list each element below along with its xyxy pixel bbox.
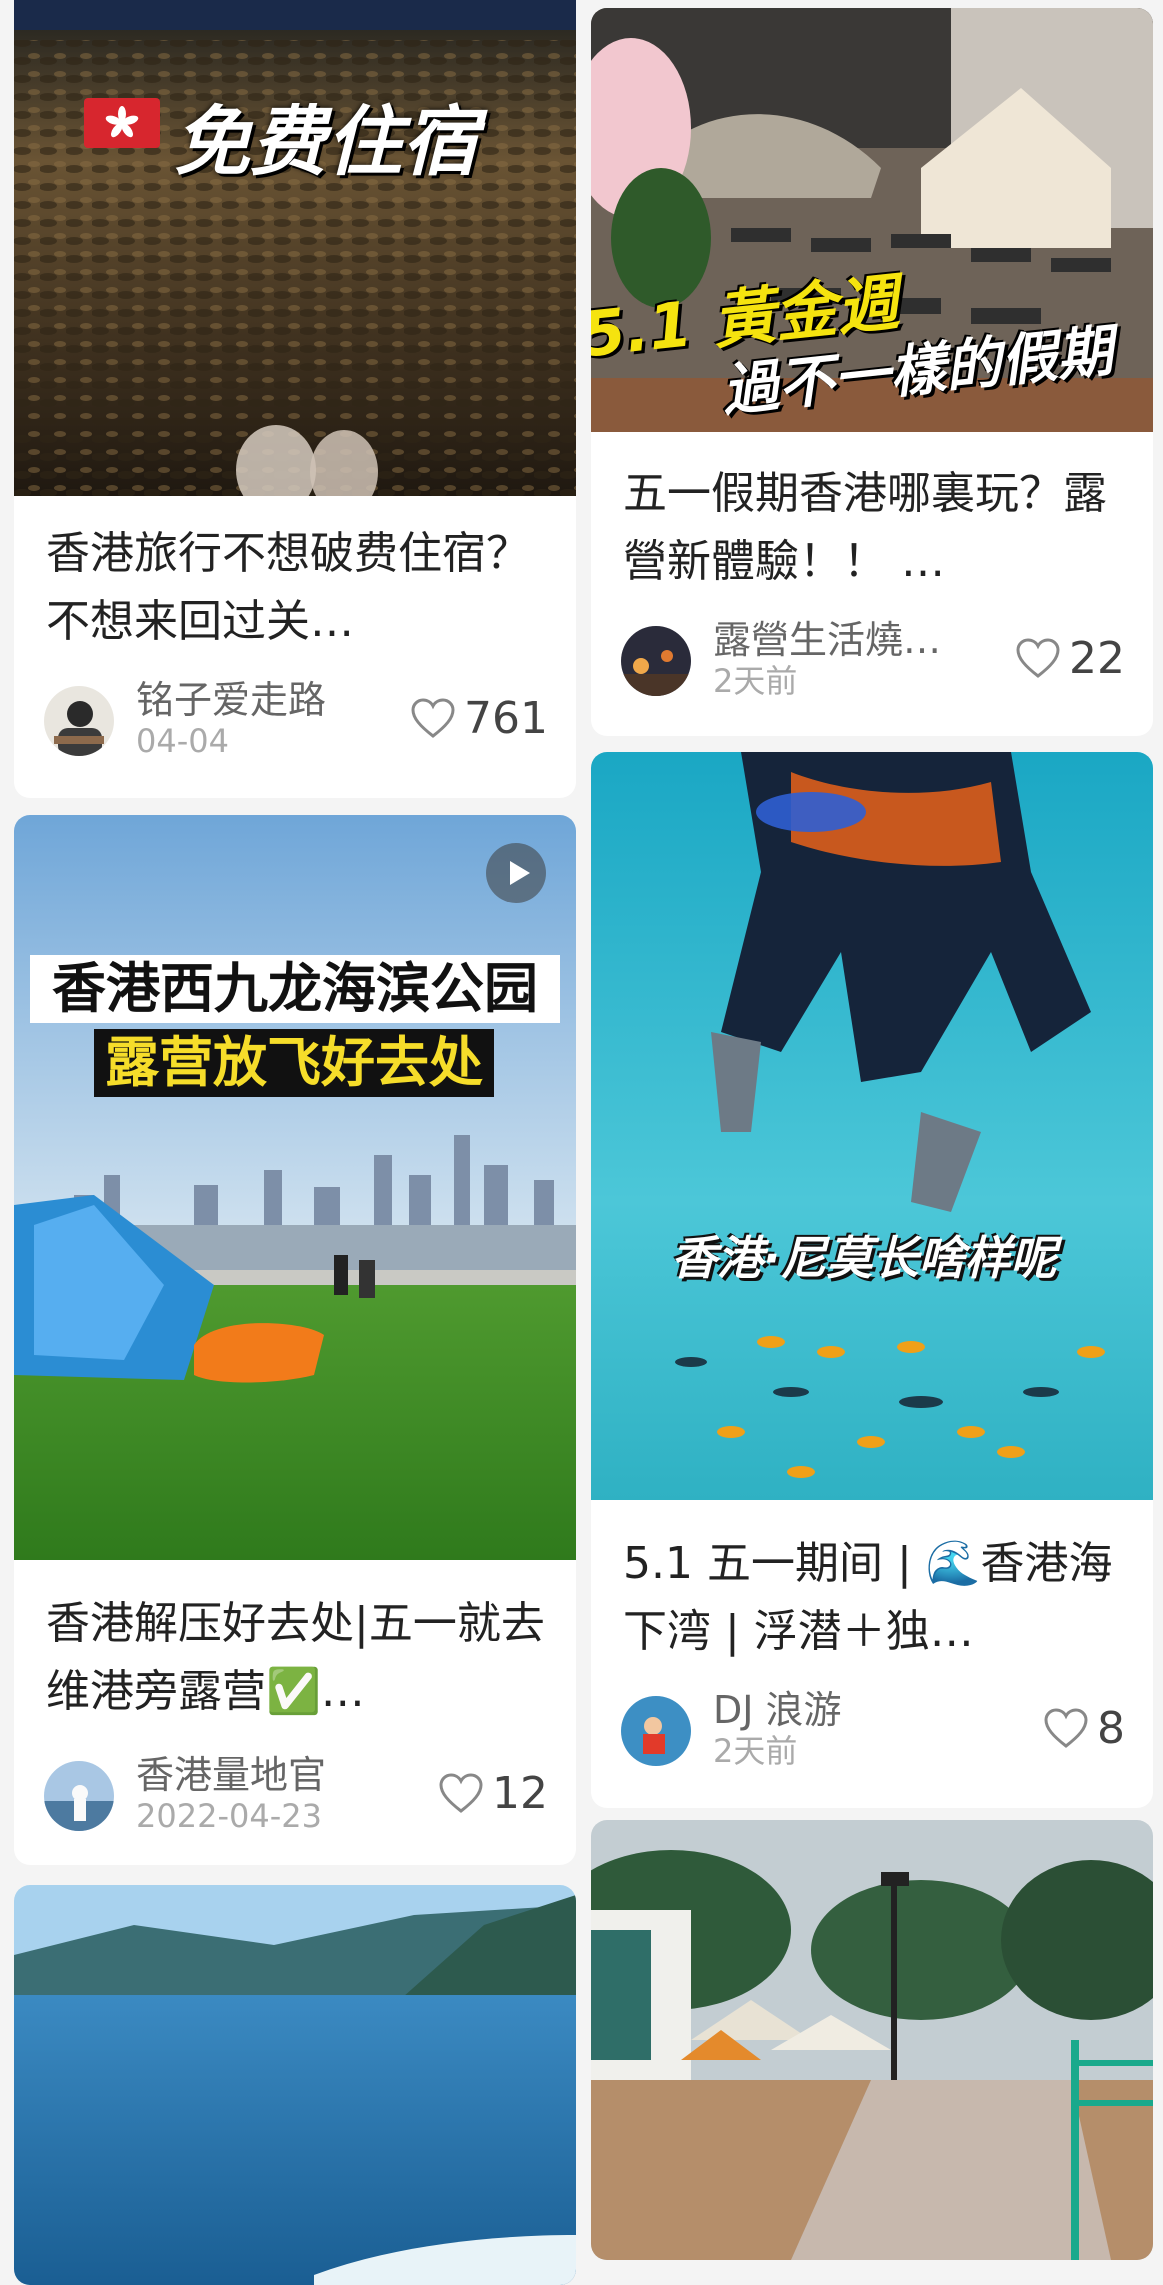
author-name[interactable]: DJ 浪游 [713, 1688, 842, 1732]
heart-outline-icon [1016, 638, 1060, 678]
author-row: DJ 浪游 2天前 8 [621, 1688, 1125, 1770]
cover-overlay-subtext: 露营放飞好去处 [94, 1029, 494, 1097]
author-name[interactable]: 铭子爱走路 [136, 678, 326, 722]
post-date: 2022-04-23 [136, 1797, 322, 1835]
note-card[interactable] [591, 1820, 1153, 2260]
like-button[interactable]: 761 [410, 694, 548, 744]
campsite-promenade-photo [591, 1820, 1153, 2260]
cover-overlay-text: 香港西九龙海滨公园 [30, 955, 560, 1023]
note-card[interactable]: 免费住宿 香港旅行不想破费住宿？不想来回过关… 铭子爱走路 04-04 761 [14, 0, 576, 798]
post-date: 04-04 [136, 722, 229, 760]
cover-overlay-text: 香港·尼莫长啥样呢 [671, 1231, 1057, 1285]
bay-seascape-photo [14, 1885, 576, 2285]
author-name[interactable]: 香港量地官 [136, 1753, 326, 1797]
post-date: 2天前 [713, 662, 798, 700]
note-title[interactable]: 香港旅行不想破费住宿？不想来回过关… [46, 520, 548, 656]
like-button[interactable]: 12 [438, 1769, 548, 1819]
note-cover-image[interactable] [14, 1885, 576, 2285]
note-title[interactable]: 五一假期香港哪裏玩？露營新體驗！！ … [623, 460, 1125, 596]
heart-outline-icon [439, 1773, 483, 1813]
author-avatar[interactable] [44, 686, 114, 756]
note-cover-image[interactable]: 香港西九龙海滨公园 露营放飞好去处 [14, 815, 576, 1560]
like-button[interactable]: 8 [1043, 1704, 1125, 1754]
like-button[interactable]: 22 [1015, 634, 1125, 684]
play-icon [510, 861, 530, 885]
hong-kong-flag-icon [84, 98, 160, 148]
author-avatar[interactable] [621, 626, 691, 696]
note-title[interactable]: 香港解压好去处|五一就去维港旁露营✅… [46, 1590, 548, 1726]
author-avatar[interactable] [621, 1696, 691, 1766]
author-avatar[interactable] [44, 1761, 114, 1831]
note-card[interactable] [14, 1885, 576, 2285]
note-cover-image[interactable]: 香港·尼莫长啥样呢 [591, 752, 1153, 1500]
note-card[interactable]: 香港·尼莫长啥样呢 5.1 五一期间 | 🌊香港海下湾 | 浮潜＋独… DJ 浪… [591, 752, 1153, 1808]
author-name[interactable]: 露營生活燒… [713, 618, 941, 662]
post-date: 2天前 [713, 1732, 798, 1770]
author-row: 香港量地官 2022-04-23 12 [44, 1753, 548, 1835]
snorkeling-underwater-photo [591, 752, 1153, 1500]
heart-outline-icon [1044, 1708, 1088, 1748]
author-row: 铭子爱走路 04-04 761 [44, 678, 548, 760]
like-count: 22 [1069, 633, 1125, 684]
note-card[interactable]: 香港西九龙海滨公园 露营放飞好去处 香港解压好去处|五一就去维港旁露营✅… 香港… [14, 815, 576, 1865]
video-play-button[interactable] [486, 843, 546, 903]
note-card[interactable]: 5.1 黃金週 過不一樣的假期 五一假期香港哪裏玩？露營新體驗！！ … 露營生活… [591, 8, 1153, 736]
cover-overlay-text: 免费住宿 [174, 97, 478, 186]
harbour-camping-photo [14, 815, 576, 1560]
night-beach-photo [14, 0, 576, 496]
author-row: 露營生活燒… 2天前 22 [621, 618, 1125, 700]
note-title[interactable]: 5.1 五一期间 | 🌊香港海下湾 | 浮潜＋独… [623, 1530, 1125, 1666]
heart-outline-icon [411, 698, 455, 738]
note-cover-image[interactable]: 免费住宿 [14, 0, 576, 496]
like-count: 761 [464, 693, 548, 744]
note-cover-image[interactable] [591, 1820, 1153, 2260]
like-count: 12 [492, 1768, 548, 1819]
note-cover-image[interactable]: 5.1 黃金週 過不一樣的假期 [591, 8, 1153, 432]
like-count: 8 [1097, 1703, 1125, 1754]
